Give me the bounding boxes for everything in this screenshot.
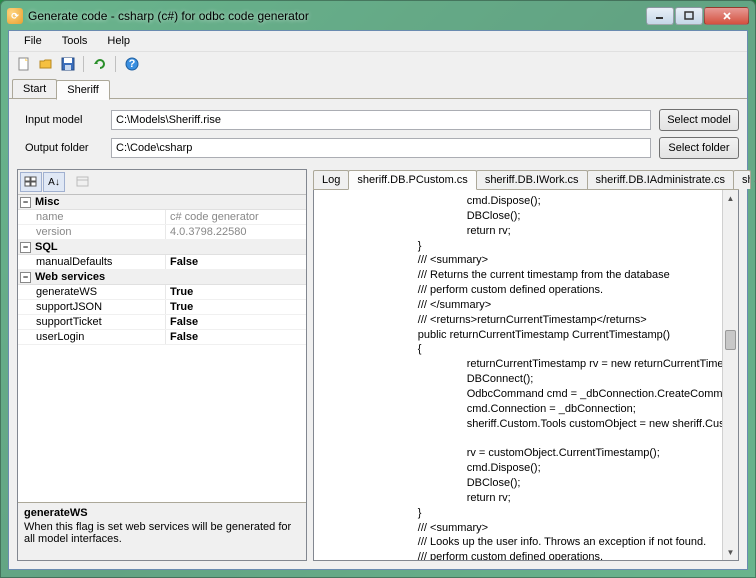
menu-file[interactable]: File [15,33,51,49]
collapse-icon[interactable]: − [20,242,31,253]
tab-start[interactable]: Start [12,79,57,98]
prop-manual-defaults[interactable]: manualDefaultsFalse [18,255,306,270]
property-pages-icon[interactable] [72,172,94,192]
property-description-title: generateWS [24,507,300,519]
code-pane: Log sheriff.DB.PCustom.cs sheriff.DB.IWo… [313,169,739,561]
scroll-up-icon[interactable]: ▲ [723,190,738,206]
menubar: File Tools Help [9,31,747,51]
category-sql[interactable]: −SQL [18,240,306,255]
prop-support-json[interactable]: supportJSONTrue [18,300,306,315]
input-model-row: Input model Select model [17,109,739,131]
scroll-thumb[interactable] [725,330,736,350]
client-area: File Tools Help ? Start Sheriff Input mo… [8,30,748,570]
collapse-icon[interactable]: − [20,197,31,208]
prop-version[interactable]: version4.0.3798.22580 [18,225,306,240]
property-grid[interactable]: −Misc namec# code generator version4.0.3… [18,195,306,502]
category-misc[interactable]: −Misc [18,195,306,210]
menu-tools[interactable]: Tools [53,33,97,49]
window-controls [646,7,749,25]
svg-text:?: ? [129,58,136,70]
code-tabs: Log sheriff.DB.PCustom.cs sheriff.DB.IWo… [313,169,739,190]
maximize-button[interactable] [675,7,703,25]
categorized-icon[interactable] [20,172,42,192]
tab-iwork[interactable]: sheriff.DB.IWork.cs [476,170,588,189]
help-icon[interactable]: ? [123,55,141,73]
prop-generate-ws[interactable]: generateWSTrue [18,285,306,300]
output-folder-row: Output folder Select folder [17,137,739,159]
split-area: A↓ −Misc namec# code generator version4.… [9,169,747,569]
collapse-icon[interactable]: − [20,272,31,283]
property-description: generateWS When this flag is set web ser… [18,502,306,560]
property-toolbar: A↓ [18,170,306,195]
tab-iadministrate[interactable]: sheriff.DB.IAdministrate.cs [587,170,734,189]
property-pane: A↓ −Misc namec# code generator version4.… [17,169,307,561]
window-title: Generate code - csharp (c#) for odbc cod… [28,9,646,23]
scroll-down-icon[interactable]: ▼ [723,544,738,560]
prop-support-ticket[interactable]: supportTicketFalse [18,315,306,330]
select-folder-button[interactable]: Select folder [659,137,739,159]
new-file-icon[interactable] [15,55,33,73]
prop-user-login[interactable]: userLoginFalse [18,330,306,345]
tab-nav: ◄ ► [750,173,756,189]
code-editor[interactable]: cmd.Dispose(); DBClose(); return rv; } / [313,190,739,561]
tab-scroll-left-icon[interactable]: ◄ [750,173,756,189]
tab-partial[interactable]: she [733,170,751,189]
close-button[interactable] [704,7,749,25]
open-folder-icon[interactable] [37,55,55,73]
menu-help[interactable]: Help [98,33,139,49]
alphabetical-icon[interactable]: A↓ [43,172,65,192]
input-model-label: Input model [17,114,103,126]
select-model-button[interactable]: Select model [659,109,739,131]
minimize-button[interactable] [646,7,674,25]
form-area: Input model Select model Output folder S… [9,99,747,169]
app-window: ⟳ Generate code - csharp (c#) for odbc c… [0,0,756,578]
toolbar-separator [115,56,117,72]
output-folder-label: Output folder [17,142,103,154]
toolbar: ? [9,51,747,76]
app-icon: ⟳ [7,8,23,24]
tab-pcustom[interactable]: sheriff.DB.PCustom.cs [348,170,476,190]
refresh-icon[interactable] [91,55,109,73]
tab-sheriff[interactable]: Sheriff [56,80,110,100]
property-description-text: When this flag is set web services will … [24,521,300,545]
code-content[interactable]: cmd.Dispose(); DBClose(); return rv; } / [314,190,722,560]
titlebar[interactable]: ⟳ Generate code - csharp (c#) for odbc c… [5,5,751,27]
vertical-scrollbar[interactable]: ▲ ▼ [722,190,738,560]
output-folder-field[interactable] [111,138,651,158]
category-web-services[interactable]: −Web services [18,270,306,285]
tab-log[interactable]: Log [313,170,349,189]
toolbar-separator [83,56,85,72]
save-icon[interactable] [59,55,77,73]
prop-name[interactable]: namec# code generator [18,210,306,225]
main-tabs: Start Sheriff [9,76,747,99]
input-model-field[interactable] [111,110,651,130]
